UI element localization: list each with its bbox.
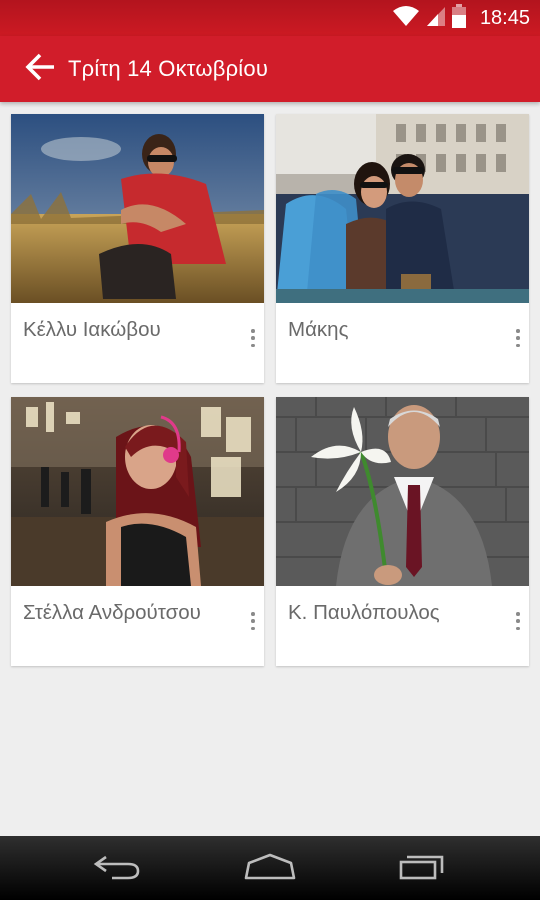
contact-grid: Κέλλυ Ιακώβου Μάκης Στέλλα Ανδρούτσου Κ.… xyxy=(11,114,529,666)
contact-photo xyxy=(276,397,529,586)
contact-name: Στέλλα Ανδρούτσου xyxy=(23,601,201,624)
contact-name: Μάκης xyxy=(288,318,349,341)
contact-photo xyxy=(11,114,264,303)
wifi-icon xyxy=(392,5,420,31)
more-vert-icon[interactable] xyxy=(513,329,523,347)
more-vert-icon[interactable] xyxy=(248,329,258,347)
status-bar: 18:45 xyxy=(0,0,540,36)
contact-card[interactable]: Μάκης xyxy=(276,114,529,383)
app-bar: Τρίτη 14 Οκτωβρίου xyxy=(0,36,540,102)
contact-name: Κέλλυ Ιακώβου xyxy=(23,318,161,341)
nav-home-button[interactable] xyxy=(230,843,310,893)
arrow-back-icon xyxy=(24,51,56,87)
contact-card[interactable]: Κέλλυ Ιακώβου xyxy=(11,114,264,383)
page-title: Τρίτη 14 Οκτωβρίου xyxy=(68,56,269,81)
more-vert-icon[interactable] xyxy=(248,612,258,630)
contact-card[interactable]: Στέλλα Ανδρούτσου xyxy=(11,397,264,666)
contact-name: Κ. Παυλόπουλος xyxy=(288,601,440,624)
contact-photo xyxy=(11,397,264,586)
contact-photo xyxy=(276,114,529,303)
nav-bar xyxy=(0,836,540,900)
back-icon xyxy=(92,851,142,885)
back-button[interactable] xyxy=(17,46,63,92)
home-icon xyxy=(243,851,297,885)
status-icons: 18:45 xyxy=(392,0,530,36)
battery-icon xyxy=(451,4,466,32)
recents-icon xyxy=(398,851,448,885)
nav-recents-button[interactable] xyxy=(383,843,463,893)
contact-card[interactable]: Κ. Παυλόπουλος xyxy=(276,397,529,666)
more-vert-icon[interactable] xyxy=(513,612,523,630)
signal-icon xyxy=(426,5,446,31)
status-time: 18:45 xyxy=(479,6,530,29)
nav-back-button[interactable] xyxy=(77,843,157,893)
